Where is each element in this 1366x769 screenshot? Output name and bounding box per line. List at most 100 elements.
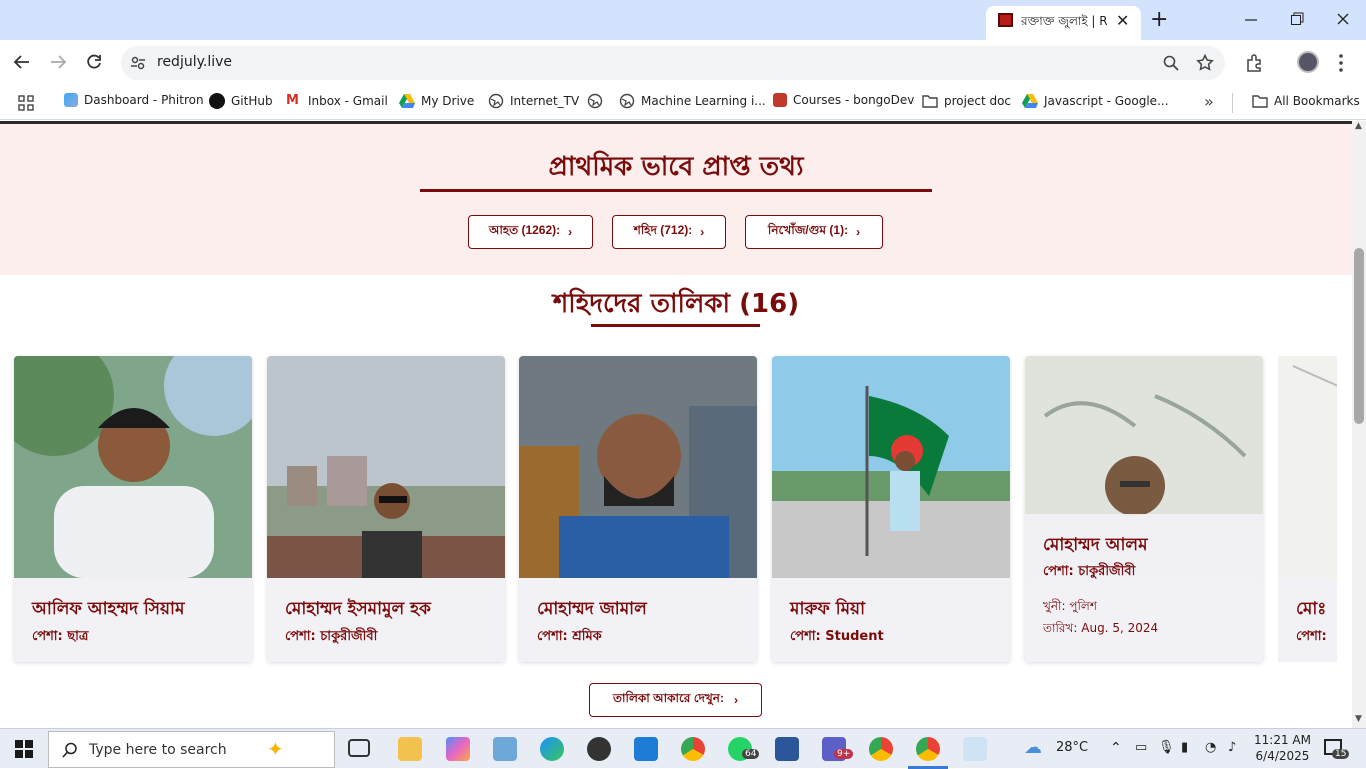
weather-icon[interactable]: ☁ <box>1024 737 1042 758</box>
martyr-profession: পেশা: শ্রমিক <box>537 629 602 644</box>
injured-button[interactable]: আহত (1262): › <box>468 215 593 249</box>
bookmark-item[interactable]: Courses - bongoDev <box>773 93 914 107</box>
martyr-profession: পেশা: Student <box>790 629 884 644</box>
clock-time: 11:21 AM <box>1254 733 1311 747</box>
meet-now-icon[interactable]: ▭ <box>1135 740 1147 755</box>
bookmarks-bar: Dashboard - Phitron GitHub M Inbox - Gmai… <box>0 86 1366 120</box>
bookmark-item[interactable]: Javascript - Google... <box>1022 93 1169 109</box>
reload-icon[interactable] <box>85 53 103 71</box>
bookmark-item[interactable]: Dashboard - Phitron <box>64 93 204 107</box>
copilot-sparkle-icon: ✦ <box>267 737 284 761</box>
windows-start-icon[interactable] <box>15 740 33 758</box>
browser-toolbar: redjuly.live <box>0 40 1366 86</box>
martyrs-button[interactable]: শহিদ (712): › <box>612 215 726 249</box>
paint-icon[interactable] <box>963 737 987 761</box>
martyr-card[interactable]: মোহাম্মদ আলম পেশা: চাকুরীজীবী খুনী: পুলি… <box>1025 356 1263 662</box>
martyr-photo <box>1278 356 1337 578</box>
chrome-icon[interactable] <box>681 737 705 761</box>
task-view-icon[interactable] <box>348 739 370 757</box>
martyr-profession: পেশা: ছাত্র <box>32 629 89 644</box>
restore-icon[interactable] <box>1290 8 1304 28</box>
martyr-name: মোহাম্মদ ইসমামুল হক <box>285 599 431 619</box>
close-window-icon[interactable] <box>1336 8 1350 28</box>
address-bar[interactable]: redjuly.live <box>121 46 1225 80</box>
bookmark-item[interactable]: Internet_TV <box>488 93 579 109</box>
vscode-icon[interactable] <box>634 737 658 761</box>
extensions-icon[interactable] <box>1245 53 1265 73</box>
browser-tab[interactable]: রক্তাক্ত জুলাই | R ✕ <box>986 6 1141 40</box>
card-caption: মোহাম্মদ জামাল পেশা: শ্রমিক <box>519 578 757 662</box>
word-icon[interactable] <box>775 737 799 761</box>
zoom-icon[interactable] <box>1163 55 1179 71</box>
tab-title: রক্তাক্ত জুলাই | R <box>1021 14 1107 28</box>
martyr-name: মোহাম্মদ আলম <box>1043 535 1148 555</box>
close-tab-icon[interactable]: ✕ <box>1116 11 1129 30</box>
martyr-profession: পেশা: চাকুরীজীবী <box>285 629 378 644</box>
edge-icon[interactable] <box>540 737 564 761</box>
card-caption: মারুফ মিয়া পেশা: Student <box>772 578 1010 662</box>
martyr-profession: পেশা: চাকুরীজীবী <box>1043 564 1136 579</box>
volume-icon[interactable]: ♪ <box>1228 740 1236 755</box>
bookmark-item[interactable]: My Drive <box>399 93 474 109</box>
new-tab-icon[interactable]: + <box>1150 7 1168 32</box>
bookmark-item[interactable] <box>587 93 609 109</box>
martyr-date: তারিখ: Aug. 5, 2024 <box>1043 621 1159 635</box>
bookmark-item[interactable]: GitHub <box>209 93 273 109</box>
all-bookmarks[interactable]: All Bookmarks <box>1252 93 1360 109</box>
clock[interactable]: 11:21 AM 6/4/2025 <box>1254 732 1311 764</box>
scrollbar-thumb[interactable] <box>1354 248 1364 424</box>
bookmark-item[interactable]: M Inbox - Gmail <box>286 93 388 109</box>
card-clip: মোঃ পেশা: <box>1278 356 1337 662</box>
martyr-name: মোহাম্মদ জামাল <box>537 599 647 619</box>
taskbar: Type here to search ✦ 64 9+ ☁ 28°C ⌃ ▭ 🎙… <box>0 728 1366 769</box>
bookmark-item[interactable]: Machine Learning i... <box>619 93 766 109</box>
copilot-icon[interactable] <box>446 737 470 761</box>
martyr-name: মারুফ মিয়া <box>790 599 866 619</box>
chrome-active-icon[interactable] <box>916 737 940 761</box>
obs-icon[interactable] <box>587 737 611 761</box>
forward-icon[interactable] <box>49 53 67 71</box>
globe-icon <box>488 93 504 109</box>
chevron-up-icon[interactable]: ⌃ <box>1110 740 1122 756</box>
back-icon[interactable] <box>13 53 31 71</box>
chevron-right-icon: › <box>700 225 705 239</box>
profile-avatar[interactable] <box>1297 51 1319 73</box>
tab-strip: রক্তাক্ত জুলাই | R ✕ + <box>0 0 1366 40</box>
bookmark-star-icon[interactable] <box>1196 54 1214 72</box>
scroll-up-icon[interactable]: ▲ <box>1355 121 1362 131</box>
martyr-card[interactable]: মারুফ মিয়া পেশা: Student <box>772 356 1010 662</box>
site-settings-icon[interactable] <box>130 55 146 71</box>
gmail-icon: M <box>286 93 299 108</box>
microphone-icon[interactable]: 🎙 <box>1158 740 1175 755</box>
view-as-table-button[interactable]: তালিকা আকারে দেখুন: › <box>589 683 762 717</box>
file-explorer-icon[interactable] <box>398 737 422 761</box>
clock-date: 6/4/2025 <box>1255 749 1310 763</box>
taskbar-search[interactable]: Type here to search ✦ <box>48 731 335 768</box>
more-bookmarks-icon[interactable]: » <box>1204 92 1214 111</box>
temperature[interactable]: 28°C <box>1056 740 1088 755</box>
apps-grid-icon[interactable] <box>18 95 34 111</box>
phitron-icon <box>64 93 78 107</box>
divider <box>1232 93 1233 113</box>
chrome-profile-icon[interactable] <box>869 737 893 761</box>
minimize-icon[interactable] <box>1244 8 1258 28</box>
martyr-card[interactable]: মোহাম্মদ ইসমামুল হক পেশা: চাকুরীজীবী <box>267 356 505 662</box>
site-favicon-icon <box>998 13 1013 27</box>
martyr-photo <box>772 356 1010 578</box>
app-icon[interactable] <box>493 737 517 761</box>
scroll-down-icon[interactable]: ▼ <box>1355 714 1362 724</box>
martyr-profession: পেশা: <box>1296 629 1327 644</box>
martyr-card[interactable]: মোঃ পেশা: <box>1278 356 1337 662</box>
martyr-killer: খুনী: পুলিশ <box>1043 599 1097 613</box>
martyr-card[interactable]: মোহাম্মদ জামাল পেশা: শ্রমিক <box>519 356 757 662</box>
wifi-icon[interactable]: ◔ <box>1205 740 1216 755</box>
bookmark-item[interactable]: project doc <box>922 93 1011 109</box>
card-caption: মোহাম্মদ ইসমামুল হক পেশা: চাকুরীজীবী <box>267 578 505 662</box>
menu-icon[interactable] <box>1338 53 1344 73</box>
page-scrollbar[interactable]: ▲ ▼ <box>1352 121 1366 728</box>
martyr-photo <box>519 356 757 578</box>
martyr-card[interactable]: আলিফ আহম্মদ সিয়াম পেশা: ছাত্র <box>14 356 252 662</box>
battery-icon[interactable]: ▮ <box>1181 740 1188 755</box>
notification-badge: 15 <box>1332 749 1350 759</box>
missing-button[interactable]: নিখোঁজ/গুম (1): › <box>745 215 883 249</box>
